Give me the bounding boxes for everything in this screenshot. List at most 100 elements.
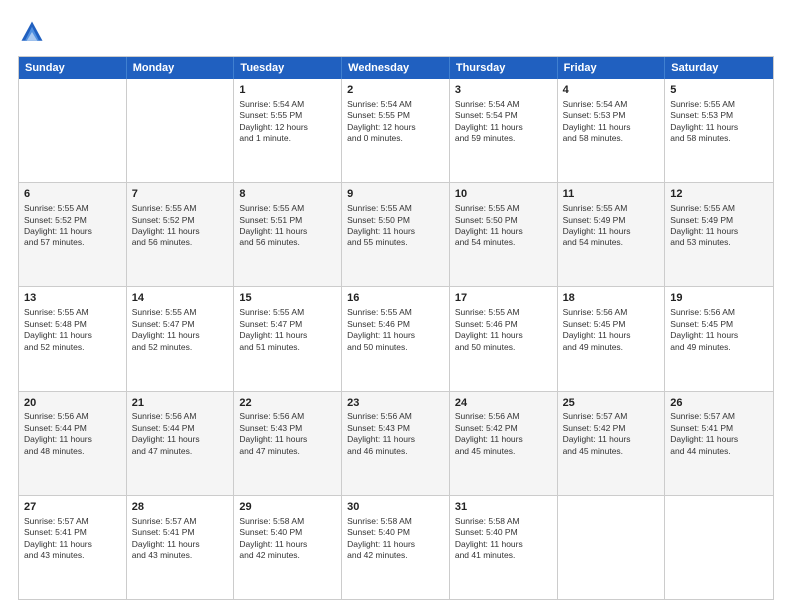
day-info-line: Sunrise: 5:55 AM — [132, 203, 229, 214]
day-info-line: Daylight: 11 hours — [239, 226, 336, 237]
day-info-line: Sunset: 5:41 PM — [24, 527, 121, 538]
day-info-line: Sunset: 5:53 PM — [563, 110, 660, 121]
day-info-line: Sunset: 5:47 PM — [239, 319, 336, 330]
day-number: 14 — [132, 291, 229, 306]
day-number: 12 — [670, 187, 768, 202]
day-info-line: Daylight: 11 hours — [563, 226, 660, 237]
day-info-line: Sunrise: 5:54 AM — [347, 99, 444, 110]
day-info-line: Sunset: 5:55 PM — [347, 110, 444, 121]
day-number: 2 — [347, 83, 444, 98]
day-info-line: Daylight: 12 hours — [239, 122, 336, 133]
empty-cell-4-5 — [558, 496, 666, 599]
day-cell-1: 1Sunrise: 5:54 AMSunset: 5:55 PMDaylight… — [234, 79, 342, 182]
day-info-line: Sunset: 5:52 PM — [132, 215, 229, 226]
day-info-line: Sunrise: 5:56 AM — [563, 307, 660, 318]
calendar-body: 1Sunrise: 5:54 AMSunset: 5:55 PMDaylight… — [19, 79, 773, 599]
day-info-line: Daylight: 11 hours — [132, 434, 229, 445]
day-info-line: and 49 minutes. — [563, 342, 660, 353]
day-cell-9: 9Sunrise: 5:55 AMSunset: 5:50 PMDaylight… — [342, 183, 450, 286]
day-number: 17 — [455, 291, 552, 306]
header-day-monday: Monday — [127, 57, 235, 79]
calendar: SundayMondayTuesdayWednesdayThursdayFrid… — [18, 56, 774, 600]
calendar-row-1: 6Sunrise: 5:55 AMSunset: 5:52 PMDaylight… — [19, 182, 773, 286]
day-info-line: Sunset: 5:51 PM — [239, 215, 336, 226]
day-cell-16: 16Sunrise: 5:55 AMSunset: 5:46 PMDayligh… — [342, 287, 450, 390]
day-info-line: Sunset: 5:40 PM — [455, 527, 552, 538]
day-cell-2: 2Sunrise: 5:54 AMSunset: 5:55 PMDaylight… — [342, 79, 450, 182]
day-info-line: Sunrise: 5:58 AM — [239, 516, 336, 527]
day-number: 22 — [239, 396, 336, 411]
day-info-line: Daylight: 11 hours — [132, 539, 229, 550]
day-info-line: and 59 minutes. — [455, 133, 552, 144]
day-info-line: Sunrise: 5:55 AM — [455, 307, 552, 318]
day-info-line: Sunset: 5:40 PM — [239, 527, 336, 538]
day-number: 11 — [563, 187, 660, 202]
day-cell-20: 20Sunrise: 5:56 AMSunset: 5:44 PMDayligh… — [19, 392, 127, 495]
day-info-line: Sunset: 5:44 PM — [24, 423, 121, 434]
day-info-line: Daylight: 11 hours — [24, 226, 121, 237]
day-info-line: Sunrise: 5:57 AM — [670, 411, 768, 422]
day-info-line: Sunrise: 5:55 AM — [455, 203, 552, 214]
calendar-row-4: 27Sunrise: 5:57 AMSunset: 5:41 PMDayligh… — [19, 495, 773, 599]
day-info-line: Daylight: 11 hours — [455, 226, 552, 237]
day-number: 25 — [563, 396, 660, 411]
day-info-line: Sunset: 5:45 PM — [670, 319, 768, 330]
day-cell-24: 24Sunrise: 5:56 AMSunset: 5:42 PMDayligh… — [450, 392, 558, 495]
day-cell-3: 3Sunrise: 5:54 AMSunset: 5:54 PMDaylight… — [450, 79, 558, 182]
day-info-line: Sunset: 5:52 PM — [24, 215, 121, 226]
day-info-line: and 58 minutes. — [563, 133, 660, 144]
day-info-line: Sunset: 5:40 PM — [347, 527, 444, 538]
day-cell-5: 5Sunrise: 5:55 AMSunset: 5:53 PMDaylight… — [665, 79, 773, 182]
day-info-line: Sunrise: 5:55 AM — [239, 203, 336, 214]
day-info-line: Daylight: 11 hours — [670, 434, 768, 445]
day-info-line: Sunset: 5:43 PM — [239, 423, 336, 434]
day-info-line: and 44 minutes. — [670, 446, 768, 457]
header-day-sunday: Sunday — [19, 57, 127, 79]
day-number: 5 — [670, 83, 768, 98]
logo-icon — [18, 18, 46, 46]
day-info-line: Sunset: 5:53 PM — [670, 110, 768, 121]
day-cell-11: 11Sunrise: 5:55 AMSunset: 5:49 PMDayligh… — [558, 183, 666, 286]
day-info-line: and 55 minutes. — [347, 237, 444, 248]
day-info-line: Sunrise: 5:54 AM — [455, 99, 552, 110]
day-info-line: Sunrise: 5:55 AM — [347, 307, 444, 318]
day-cell-29: 29Sunrise: 5:58 AMSunset: 5:40 PMDayligh… — [234, 496, 342, 599]
day-info-line: and 58 minutes. — [670, 133, 768, 144]
day-number: 1 — [239, 83, 336, 98]
calendar-row-2: 13Sunrise: 5:55 AMSunset: 5:48 PMDayligh… — [19, 286, 773, 390]
day-info-line: and 56 minutes. — [132, 237, 229, 248]
day-info-line: Sunrise: 5:54 AM — [239, 99, 336, 110]
day-info-line: Daylight: 11 hours — [347, 434, 444, 445]
day-info-line: Daylight: 11 hours — [670, 122, 768, 133]
day-number: 26 — [670, 396, 768, 411]
day-cell-4: 4Sunrise: 5:54 AMSunset: 5:53 PMDaylight… — [558, 79, 666, 182]
day-info-line: and 50 minutes. — [347, 342, 444, 353]
day-cell-23: 23Sunrise: 5:56 AMSunset: 5:43 PMDayligh… — [342, 392, 450, 495]
day-info-line: Daylight: 11 hours — [563, 434, 660, 445]
day-info-line: Sunrise: 5:55 AM — [347, 203, 444, 214]
day-info-line: Sunrise: 5:55 AM — [239, 307, 336, 318]
day-info-line: Daylight: 11 hours — [24, 434, 121, 445]
day-number: 16 — [347, 291, 444, 306]
day-info-line: Sunset: 5:49 PM — [563, 215, 660, 226]
day-info-line: and 41 minutes. — [455, 550, 552, 561]
day-number: 18 — [563, 291, 660, 306]
day-info-line: and 43 minutes. — [132, 550, 229, 561]
day-info-line: and 56 minutes. — [239, 237, 336, 248]
day-cell-15: 15Sunrise: 5:55 AMSunset: 5:47 PMDayligh… — [234, 287, 342, 390]
day-info-line: Daylight: 11 hours — [239, 330, 336, 341]
day-info-line: and 46 minutes. — [347, 446, 444, 457]
header-day-friday: Friday — [558, 57, 666, 79]
day-info-line: Sunrise: 5:55 AM — [670, 203, 768, 214]
day-number: 27 — [24, 500, 121, 515]
day-info-line: Sunrise: 5:55 AM — [24, 203, 121, 214]
day-number: 30 — [347, 500, 444, 515]
empty-cell-0-1 — [127, 79, 235, 182]
day-info-line: and 51 minutes. — [239, 342, 336, 353]
day-number: 8 — [239, 187, 336, 202]
day-info-line: Daylight: 11 hours — [455, 122, 552, 133]
page: SundayMondayTuesdayWednesdayThursdayFrid… — [0, 0, 792, 612]
day-info-line: Daylight: 12 hours — [347, 122, 444, 133]
day-info-line: Sunrise: 5:56 AM — [670, 307, 768, 318]
day-cell-26: 26Sunrise: 5:57 AMSunset: 5:41 PMDayligh… — [665, 392, 773, 495]
